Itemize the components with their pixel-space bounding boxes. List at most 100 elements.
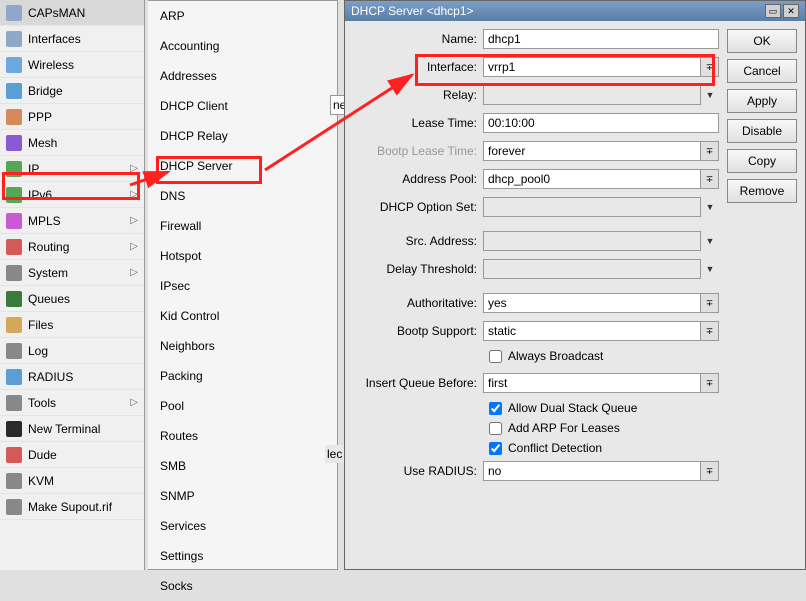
tools-icon (6, 395, 22, 411)
files-icon (6, 317, 22, 333)
relay-expand-icon[interactable]: ▼ (701, 85, 719, 105)
sidebar-item-dude[interactable]: Dude (0, 442, 144, 468)
cancel-button[interactable]: Cancel (727, 59, 797, 83)
submenu-item-services[interactable]: Services (148, 511, 337, 541)
sidebar-item-wireless[interactable]: Wireless (0, 52, 144, 78)
copy-button[interactable]: Copy (727, 149, 797, 173)
sidebar-item-mpls[interactable]: MPLS▷ (0, 208, 144, 234)
always-broadcast-checkbox[interactable] (489, 350, 502, 363)
submenu-item-pool[interactable]: Pool (148, 391, 337, 421)
sidebar-item-log[interactable]: Log (0, 338, 144, 364)
ppp-icon (6, 109, 22, 125)
delay-threshold-label: Delay Threshold: (353, 262, 483, 276)
minimize-icon[interactable]: ▭ (765, 4, 781, 18)
authoritative-dropdown-icon[interactable]: ∓ (701, 293, 719, 313)
submenu-item-socks[interactable]: Socks (148, 571, 337, 601)
interface-input[interactable] (483, 57, 701, 77)
ipv6-icon (6, 187, 22, 203)
chevron-right-icon: ▷ (130, 397, 138, 408)
sidebar-item-mesh[interactable]: Mesh (0, 130, 144, 156)
bg-text-lec: lec (325, 445, 344, 463)
close-icon[interactable]: ✕ (783, 4, 799, 18)
delay-threshold-input[interactable] (483, 259, 701, 279)
submenu-item-smb[interactable]: SMB (148, 451, 337, 481)
sidebar-item-label: RADIUS (28, 370, 138, 384)
submenu-item-dns[interactable]: DNS (148, 181, 337, 211)
dhcp-option-expand-icon[interactable]: ▼ (701, 197, 719, 217)
sidebar-item-ppp[interactable]: PPP (0, 104, 144, 130)
sidebar-item-ip[interactable]: IP▷ (0, 156, 144, 182)
dhcp-option-set-input[interactable] (483, 197, 701, 217)
delay-threshold-expand-icon[interactable]: ▼ (701, 259, 719, 279)
apply-button[interactable]: Apply (727, 89, 797, 113)
submenu-item-neighbors[interactable]: Neighbors (148, 331, 337, 361)
insert-queue-dropdown-icon[interactable]: ∓ (701, 373, 719, 393)
submenu-item-kid-control[interactable]: Kid Control (148, 301, 337, 331)
sidebar-item-new-terminal[interactable]: New Terminal (0, 416, 144, 442)
submenu-item-arp[interactable]: ARP (148, 1, 337, 31)
submenu-item-routes[interactable]: Routes (148, 421, 337, 451)
submenu-item-snmp[interactable]: SNMP (148, 481, 337, 511)
ok-button[interactable]: OK (727, 29, 797, 53)
sidebar-item-make-supoutrif[interactable]: Make Supout.rif (0, 494, 144, 520)
submenu-item-packing[interactable]: Packing (148, 361, 337, 391)
remove-button[interactable]: Remove (727, 179, 797, 203)
conflict-detection-checkbox[interactable] (489, 442, 502, 455)
bridge-icon (6, 83, 22, 99)
submenu-item-dhcp-relay[interactable]: DHCP Relay (148, 121, 337, 151)
add-arp-label: Add ARP For Leases (508, 421, 620, 435)
log-icon (6, 343, 22, 359)
bootp-lease-time-input[interactable] (483, 141, 701, 161)
sidebar-item-files[interactable]: Files (0, 312, 144, 338)
sidebar-item-system[interactable]: System▷ (0, 260, 144, 286)
submenu-item-hotspot[interactable]: Hotspot (148, 241, 337, 271)
relay-input[interactable] (483, 85, 701, 105)
sidebar-item-interfaces[interactable]: Interfaces (0, 26, 144, 52)
sidebar-item-ipv6[interactable]: IPv6▷ (0, 182, 144, 208)
name-input[interactable] (483, 29, 719, 49)
sidebar-item-queues[interactable]: Queues (0, 286, 144, 312)
submenu-item-settings[interactable]: Settings (148, 541, 337, 571)
interface-dropdown-icon[interactable]: ∓ (701, 57, 719, 77)
new-terminal-icon (6, 421, 22, 437)
chevron-right-icon: ▷ (130, 189, 138, 200)
sidebar-item-routing[interactable]: Routing▷ (0, 234, 144, 260)
lease-time-input[interactable] (483, 113, 719, 133)
allow-dual-stack-checkbox[interactable] (489, 402, 502, 415)
submenu-item-dhcp-server[interactable]: DHCP Server (148, 151, 337, 181)
bootp-support-input[interactable] (483, 321, 701, 341)
sidebar-item-capsman[interactable]: CAPsMAN (0, 0, 144, 26)
sidebar-item-tools[interactable]: Tools▷ (0, 390, 144, 416)
sidebar-item-label: KVM (28, 474, 138, 488)
lease-time-label: Lease Time: (353, 116, 483, 130)
sidebar-item-kvm[interactable]: KVM (0, 468, 144, 494)
submenu-item-firewall[interactable]: Firewall (148, 211, 337, 241)
conflict-detection-label: Conflict Detection (508, 441, 602, 455)
submenu-item-dhcp-client[interactable]: DHCP Client (148, 91, 337, 121)
submenu-item-addresses[interactable]: Addresses (148, 61, 337, 91)
add-arp-checkbox[interactable] (489, 422, 502, 435)
sidebar-item-bridge[interactable]: Bridge (0, 78, 144, 104)
src-address-input[interactable] (483, 231, 701, 251)
sidebar-item-label: Routing (28, 240, 130, 254)
use-radius-dropdown-icon[interactable]: ∓ (701, 461, 719, 481)
submenu-item-ipsec[interactable]: IPsec (148, 271, 337, 301)
system-icon (6, 265, 22, 281)
insert-queue-before-input[interactable] (483, 373, 701, 393)
disable-button[interactable]: Disable (727, 119, 797, 143)
src-address-label: Src. Address: (353, 234, 483, 248)
address-pool-input[interactable] (483, 169, 701, 189)
sidebar-item-label: IP (28, 162, 130, 176)
interfaces-icon (6, 31, 22, 47)
use-radius-input[interactable] (483, 461, 701, 481)
submenu-item-accounting[interactable]: Accounting (148, 31, 337, 61)
src-address-expand-icon[interactable]: ▼ (701, 231, 719, 251)
sidebar-item-radius[interactable]: RADIUS (0, 364, 144, 390)
sidebar-item-label: Dude (28, 448, 138, 462)
address-pool-dropdown-icon[interactable]: ∓ (701, 169, 719, 189)
bootp-lease-dropdown-icon[interactable]: ∓ (701, 141, 719, 161)
bootp-support-dropdown-icon[interactable]: ∓ (701, 321, 719, 341)
authoritative-input[interactable] (483, 293, 701, 313)
chevron-right-icon: ▷ (130, 267, 138, 278)
sidebar-item-label: New Terminal (28, 422, 138, 436)
